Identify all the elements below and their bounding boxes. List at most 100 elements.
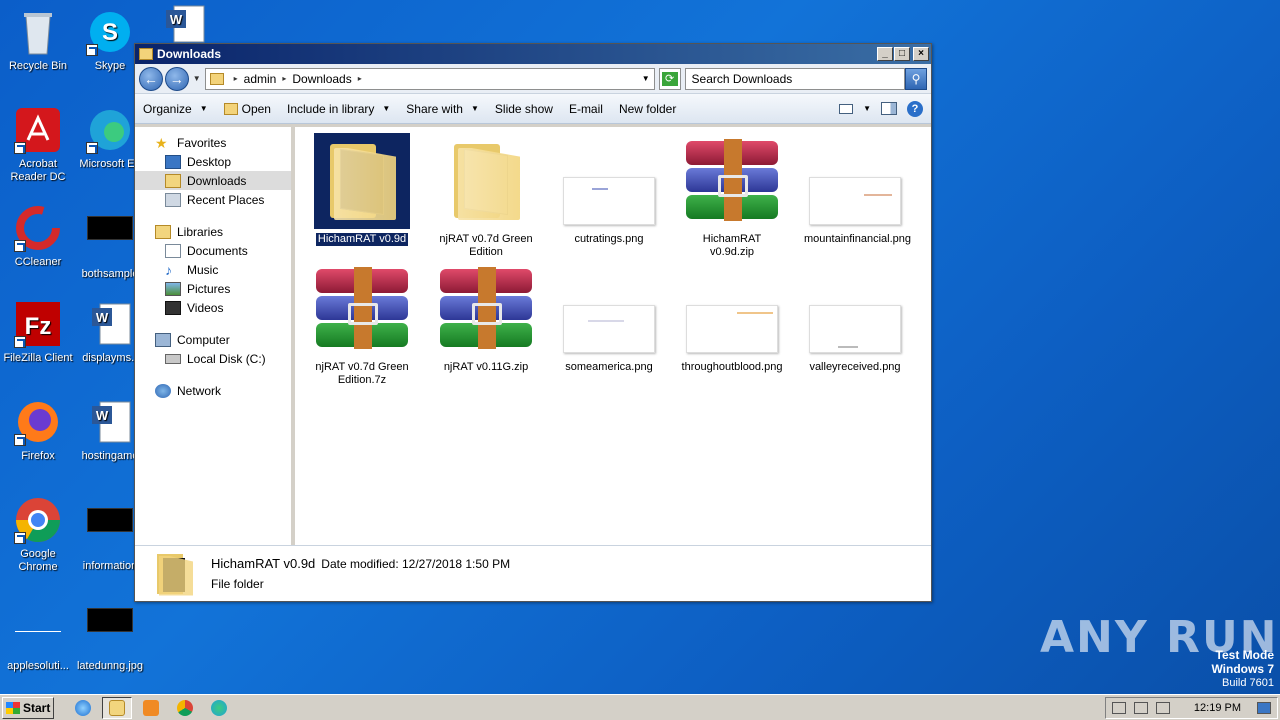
nav-videos[interactable]: Videos xyxy=(135,298,291,317)
word-document-icon: W xyxy=(86,300,134,348)
nav-music[interactable]: ♪ Music xyxy=(135,260,291,279)
address-dropdown-icon[interactable]: ▼ xyxy=(642,74,650,83)
volume-icon[interactable] xyxy=(1111,701,1126,714)
close-button[interactable]: × xyxy=(913,47,929,61)
breadcrumb-admin[interactable]: admin xyxy=(244,72,277,86)
taskbar-chrome[interactable] xyxy=(170,697,200,719)
nav-favorites[interactable]: ★ Favorites xyxy=(135,133,291,152)
desktop-icon-filezilla[interactable]: Fz FileZilla Client xyxy=(0,300,76,365)
taskbar-media-player[interactable] xyxy=(136,697,166,719)
file-name: throughoutblood.png xyxy=(681,361,783,373)
file-item[interactable]: njRAT v0.11G.zip xyxy=(433,261,539,374)
minimize-button[interactable]: _ xyxy=(877,47,893,61)
media-player-icon xyxy=(143,699,159,716)
svg-text:W: W xyxy=(96,310,109,325)
back-button[interactable]: ← xyxy=(139,66,163,91)
file-item[interactable]: throughoutblood.png xyxy=(679,261,785,374)
file-item[interactable]: cutratings.png xyxy=(556,133,662,246)
taskbar-edge[interactable] xyxy=(204,697,234,719)
details-date-modified: Date modified: 12/27/2018 1:50 PM xyxy=(321,557,511,571)
desktop-icon-acrobat[interactable]: Acrobat Reader DC xyxy=(0,106,76,184)
nav-label: Pictures xyxy=(187,281,231,296)
include-in-library-button[interactable]: Include in library ▼ xyxy=(287,102,390,116)
desktop-icon-chrome[interactable]: Google Chrome xyxy=(0,496,76,574)
help-icon[interactable]: ? xyxy=(907,100,923,117)
explorer-body: ★ Favorites Desktop Downloads Recent Pla… xyxy=(135,127,931,545)
chevron-right-icon[interactable]: ▸ xyxy=(234,74,238,83)
address-row: ← → ▼ ▸ admin ▸ Downloads ▸ ▼ ⟳ Search D… xyxy=(135,64,931,94)
nav-downloads[interactable]: Downloads xyxy=(135,171,291,190)
taskbar-explorer[interactable] xyxy=(102,696,132,719)
file-item[interactable]: njRAT v0.7d Green Edition xyxy=(433,133,539,259)
desktop-icon-ccleaner[interactable]: CCleaner xyxy=(0,204,76,269)
taskbar-ie[interactable] xyxy=(68,697,98,719)
image-file-icon xyxy=(14,608,62,656)
file-item[interactable]: valleyreceived.png xyxy=(802,261,908,374)
address-bar[interactable]: ▸ admin ▸ Downloads ▸ ▼ xyxy=(204,67,655,90)
recent-pages-chevron-icon[interactable]: ▼ xyxy=(193,74,201,83)
file-item[interactable]: someamerica.png xyxy=(556,261,662,374)
chevron-right-icon[interactable]: ▸ xyxy=(358,74,362,83)
view-options-chevron-icon[interactable]: ▼ xyxy=(863,104,871,113)
open-button[interactable]: Open xyxy=(223,102,271,116)
nav-desktop[interactable]: Desktop xyxy=(135,152,291,171)
maximize-button[interactable]: □ xyxy=(894,47,910,61)
nav-pictures[interactable]: Pictures xyxy=(135,279,291,298)
preview-pane-icon[interactable] xyxy=(881,102,897,115)
shortcut-arrow-icon xyxy=(14,142,26,154)
new-folder-button[interactable]: New folder xyxy=(619,102,676,116)
search-icon[interactable]: ⚲ xyxy=(905,67,928,90)
chevron-down-icon: ▼ xyxy=(382,104,391,113)
file-item[interactable]: njRAT v0.7d Green Edition.7z xyxy=(309,261,415,387)
folder-icon xyxy=(314,133,410,229)
file-item[interactable]: HichamRAT v0.9d xyxy=(309,133,415,246)
share-label: Share with xyxy=(406,101,463,116)
folder-icon xyxy=(139,48,153,60)
chevron-right-icon[interactable]: ▸ xyxy=(282,74,286,83)
show-desktop-icon[interactable] xyxy=(1257,701,1271,714)
window-title: Downloads xyxy=(157,47,222,61)
desktop-icon-label: FileZilla Client xyxy=(3,352,73,364)
nav-documents[interactable]: Documents xyxy=(135,241,291,260)
file-name: njRAT v0.11G.zip xyxy=(443,361,529,373)
desktop-icon-applesolutions[interactable]: applesoluti... xyxy=(0,596,76,673)
watermark-line: Windows 7 xyxy=(1211,662,1274,676)
start-button[interactable]: Start xyxy=(2,696,54,719)
desktop-icon-recycle-bin[interactable]: Recycle Bin xyxy=(0,8,76,73)
network-tray-icon[interactable] xyxy=(1133,701,1148,714)
watermark-line: Build 7601 xyxy=(1222,677,1274,689)
refresh-button[interactable]: ⟳ xyxy=(658,67,681,90)
svg-text:Fz: Fz xyxy=(25,313,52,340)
breadcrumb-downloads[interactable]: Downloads xyxy=(292,72,351,86)
email-button[interactable]: E-mail xyxy=(569,102,603,116)
nav-local-disk[interactable]: Local Disk (C:) xyxy=(135,349,291,368)
desktop-icon-latedunng[interactable]: latedunng.jpg xyxy=(72,596,148,673)
slide-show-button[interactable]: Slide show xyxy=(495,102,553,116)
search-input[interactable]: Search Downloads xyxy=(684,67,906,90)
desktop-icon-firefox[interactable]: Firefox xyxy=(0,398,76,463)
nav-recent-places[interactable]: Recent Places xyxy=(135,190,291,209)
folder-icon xyxy=(438,133,534,229)
nav-network[interactable]: Network xyxy=(135,381,291,400)
share-with-button[interactable]: Share with ▼ xyxy=(406,102,479,116)
file-item[interactable]: HichamRAT v0.9d.zip xyxy=(679,133,785,259)
file-item[interactable]: mountainfinancial.png xyxy=(802,133,911,246)
organize-button[interactable]: Organize ▼ xyxy=(143,102,208,116)
rar-archive-icon xyxy=(438,261,534,357)
png-thumbnail-icon xyxy=(807,133,903,229)
nav-computer[interactable]: Computer xyxy=(135,330,291,349)
command-bar: Organize ▼ Open Include in library ▼ Share… xyxy=(135,94,931,124)
nav-label: Network xyxy=(177,383,222,398)
nav-libraries[interactable]: Libraries xyxy=(135,222,291,241)
hard-drive-icon xyxy=(165,353,181,364)
action-center-flag-icon[interactable] xyxy=(1155,701,1170,714)
forward-button[interactable]: → xyxy=(164,66,189,91)
windows-logo-icon xyxy=(6,701,20,714)
nav-label: Videos xyxy=(187,300,224,315)
title-bar[interactable]: Downloads _ □ × xyxy=(135,44,931,64)
clock[interactable]: 12:19 PM xyxy=(1194,702,1241,714)
documents-icon xyxy=(165,243,181,258)
svg-text:S: S xyxy=(102,19,118,46)
nav-label: Music xyxy=(187,262,219,277)
change-view-icon[interactable] xyxy=(839,103,854,114)
